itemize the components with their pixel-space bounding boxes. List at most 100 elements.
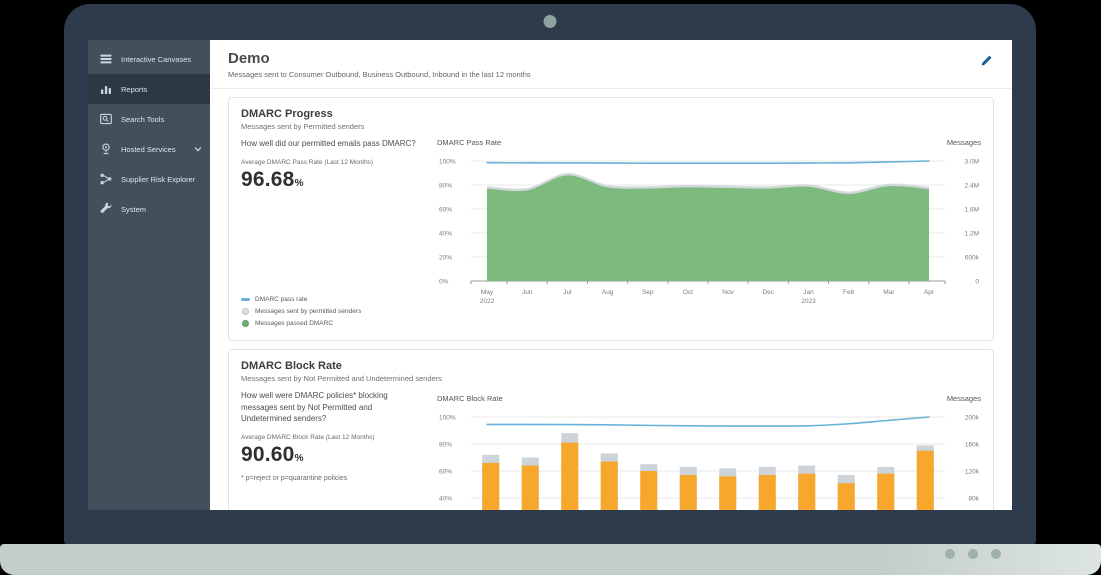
- search-icon: [100, 113, 112, 125]
- svg-text:Apr: Apr: [924, 289, 935, 296]
- card-footnote: * p=reject or p=quarantine policies: [241, 475, 429, 482]
- svg-text:80%: 80%: [439, 441, 452, 448]
- legend-item: DMARC pass rate: [241, 295, 429, 304]
- legend-item: Messages passed DMARC: [241, 319, 429, 328]
- svg-text:3.0M: 3.0M: [965, 158, 979, 165]
- sidebar-item-interactive-canvases[interactable]: Interactive Canvases: [88, 44, 210, 74]
- sidebar-item-label: Search Tools: [121, 115, 202, 124]
- reports-icon: [100, 83, 112, 95]
- sidebar-item-hosted-services[interactable]: Hosted Services: [88, 134, 210, 164]
- stat-unit: %: [295, 453, 304, 464]
- svg-text:Sep: Sep: [642, 289, 654, 296]
- sidebar-item-label: Hosted Services: [121, 145, 194, 154]
- legend-label: Messages passed DMARC: [255, 320, 333, 327]
- svg-text:Oct: Oct: [683, 289, 693, 296]
- legend-label: Messages sent by permitted senders: [255, 308, 361, 315]
- card-title: DMARC Block Rate: [241, 360, 981, 372]
- svg-text:1.8M: 1.8M: [965, 206, 979, 213]
- hosted-services-icon: [100, 143, 112, 155]
- chart-axis-title-left: DMARC Pass Rate: [437, 138, 501, 147]
- pencil-icon: [980, 53, 994, 67]
- svg-text:Aug: Aug: [602, 289, 614, 296]
- dmarc-pass-rate-chart: 100% 3.0M 80% 2.4M 60% 1.8M 40% 1.2M 20% 600k 0% 0 M…: [437, 153, 981, 311]
- legend-item: Messages sent by permitted senders: [241, 307, 429, 316]
- svg-text:2.4M: 2.4M: [965, 182, 979, 189]
- svg-text:0: 0: [975, 278, 979, 285]
- svg-text:40%: 40%: [439, 230, 452, 237]
- svg-text:Feb: Feb: [843, 289, 855, 296]
- chart-column: DMARC Pass Rate Messages 100% 3.0M 80% 2.4M…: [437, 138, 981, 330]
- canvases-icon: [100, 53, 112, 65]
- svg-text:20%: 20%: [439, 254, 452, 261]
- chart-axis-title-right: Messages: [947, 138, 981, 147]
- svg-text:120k: 120k: [965, 468, 980, 475]
- card-question: How well were DMARC policies* blocking m…: [241, 390, 423, 425]
- stat-column: How well were DMARC policies* blocking m…: [241, 390, 437, 510]
- app-window: Interactive Canvases Reports Search Tools H…: [88, 40, 1012, 510]
- svg-text:Mar: Mar: [883, 289, 895, 296]
- laptop-bezel: Interactive Canvases Reports Search Tools H…: [64, 4, 1036, 546]
- svg-text:0%: 0%: [439, 278, 449, 285]
- laptop-base-dots: [945, 549, 1001, 559]
- edit-button[interactable]: [980, 53, 994, 67]
- svg-text:Nov: Nov: [722, 289, 734, 296]
- svg-text:May: May: [481, 289, 494, 296]
- svg-text:160k: 160k: [965, 441, 980, 448]
- supplier-risk-icon: [100, 173, 112, 185]
- main-content: Demo Messages sent to Consumer Outbound,…: [210, 40, 1012, 510]
- page-title: Demo: [228, 50, 994, 67]
- svg-text:40%: 40%: [439, 495, 452, 502]
- card-subtitle: Messages sent by Permitted senders: [241, 122, 981, 131]
- stat-value: 90.60%: [241, 443, 429, 467]
- chart-axis-title-left: DMARC Block Rate: [437, 394, 503, 403]
- svg-text:Jul: Jul: [563, 289, 572, 296]
- sidebar-item-reports[interactable]: Reports: [88, 74, 210, 104]
- svg-text:100%: 100%: [439, 414, 456, 421]
- svg-text:1.2M: 1.2M: [965, 230, 979, 237]
- base-dot-icon: [945, 549, 955, 559]
- sidebar-item-search-tools[interactable]: Search Tools: [88, 104, 210, 134]
- sidebar-item-label: Supplier Risk Explorer: [121, 175, 202, 184]
- sidebar-item-system[interactable]: System: [88, 194, 210, 224]
- svg-text:2023: 2023: [801, 298, 816, 305]
- base-dot-icon: [991, 549, 1001, 559]
- stat-label: Average DMARC Pass Rate (Last 12 Months): [241, 159, 429, 166]
- stat-unit: %: [295, 178, 304, 189]
- card-title: DMARC Progress: [241, 108, 981, 120]
- stat-label: Average DMARC Block Rate (Last 12 Months…: [241, 434, 429, 441]
- webcam-icon: [544, 15, 557, 28]
- card-question: How well did our permitted emails pass D…: [241, 138, 423, 150]
- dmarc-progress-card: DMARC Progress Messages sent by Permitte…: [228, 97, 994, 341]
- page-subtitle: Messages sent to Consumer Outbound, Busi…: [228, 70, 994, 79]
- legend-label: DMARC pass rate: [255, 296, 307, 303]
- svg-text:Jun: Jun: [522, 289, 533, 296]
- chart-column: DMARC Block Rate Messages 100% 200k 80% 160…: [437, 390, 981, 510]
- svg-text:200k: 200k: [965, 414, 980, 421]
- sidebar-item-supplier-risk-explorer[interactable]: Supplier Risk Explorer: [88, 164, 210, 194]
- svg-text:Dec: Dec: [762, 289, 774, 296]
- chart-legend: DMARC pass rate Messages sent by permitte…: [241, 292, 429, 330]
- svg-text:2022: 2022: [480, 298, 495, 305]
- stat-value: 96.68%: [241, 168, 429, 192]
- dmarc-block-rate-card: DMARC Block Rate Messages sent by Not Pe…: [228, 349, 994, 510]
- svg-text:60%: 60%: [439, 468, 452, 475]
- sidebar-item-label: Interactive Canvases: [121, 55, 202, 64]
- svg-text:80%: 80%: [439, 182, 452, 189]
- chart-axis-title-right: Messages: [947, 394, 981, 403]
- dmarc-block-rate-chart: 100%200k80%160k60%120k40%80k20%40k0%0: [437, 409, 981, 510]
- svg-text:100%: 100%: [439, 158, 456, 165]
- sidebar-item-label: Reports: [121, 85, 202, 94]
- svg-text:60%: 60%: [439, 206, 452, 213]
- card-subtitle: Messages sent by Not Permitted and Undet…: [241, 374, 981, 383]
- sidebar-item-label: System: [121, 205, 202, 214]
- svg-text:Jan: Jan: [803, 289, 814, 296]
- page-header: Demo Messages sent to Consumer Outbound,…: [210, 40, 1012, 89]
- svg-text:80k: 80k: [969, 495, 980, 502]
- stat-column: How well did our permitted emails pass D…: [241, 138, 437, 330]
- chevron-down-icon: [194, 145, 202, 153]
- sidebar: Interactive Canvases Reports Search Tools H…: [88, 40, 210, 510]
- laptop-base: [0, 544, 1101, 575]
- base-dot-icon: [968, 549, 978, 559]
- svg-text:600k: 600k: [965, 254, 980, 261]
- system-icon: [100, 203, 112, 215]
